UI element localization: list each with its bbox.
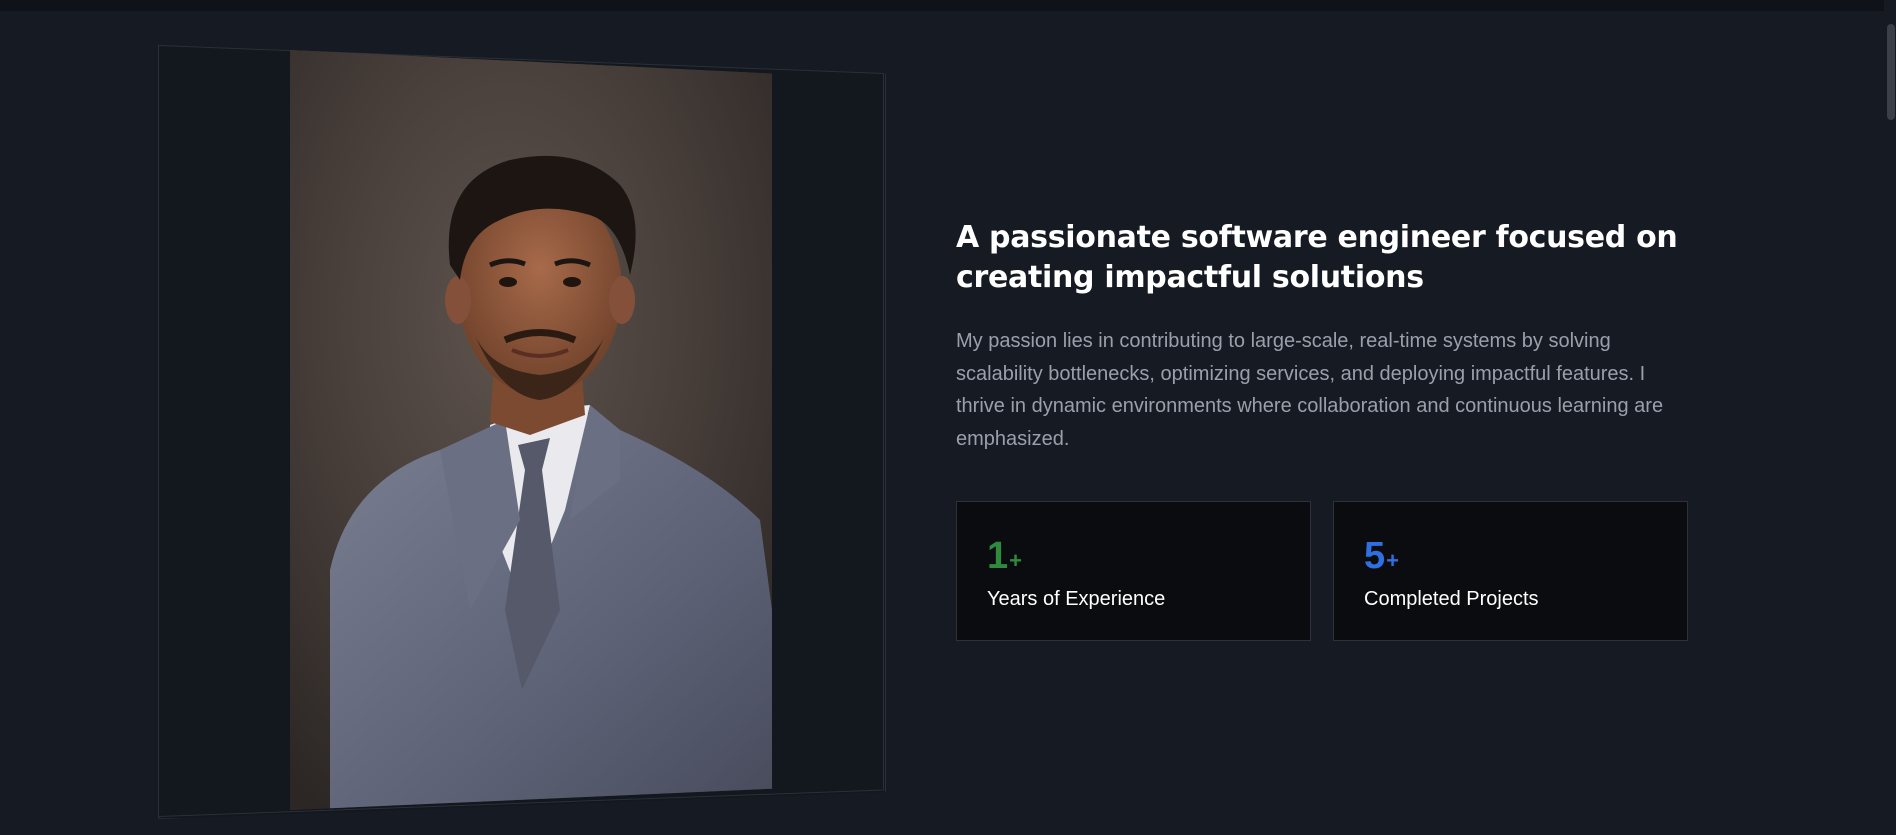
stat-label: Completed Projects bbox=[1364, 588, 1539, 610]
stat-value: 5+ bbox=[1364, 534, 1399, 583]
about-section: A passionate software engineer focused o… bbox=[0, 0, 1896, 835]
stat-number: 5 bbox=[1364, 535, 1386, 577]
about-headline: A passionate software engineer focused o… bbox=[956, 220, 1678, 295]
stat-card-experience: 1+ Years of Experience bbox=[956, 501, 1311, 641]
stat-card-projects: 5+ Completed Projects bbox=[1333, 501, 1688, 641]
stat-suffix: + bbox=[1009, 548, 1022, 573]
stat-label: Years of Experience bbox=[987, 588, 1166, 610]
portrait-photo-icon bbox=[290, 50, 772, 810]
page-scrollbar[interactable] bbox=[1884, 0, 1896, 835]
scrollbar-thumb[interactable] bbox=[1887, 24, 1895, 120]
stat-value: 1+ bbox=[987, 534, 1022, 583]
stat-number: 1 bbox=[987, 535, 1009, 577]
top-bar bbox=[0, 0, 1896, 11]
profile-photo bbox=[290, 50, 772, 810]
about-description: My passion lies in contributing to large… bbox=[956, 330, 1664, 450]
stat-suffix: + bbox=[1386, 548, 1399, 573]
